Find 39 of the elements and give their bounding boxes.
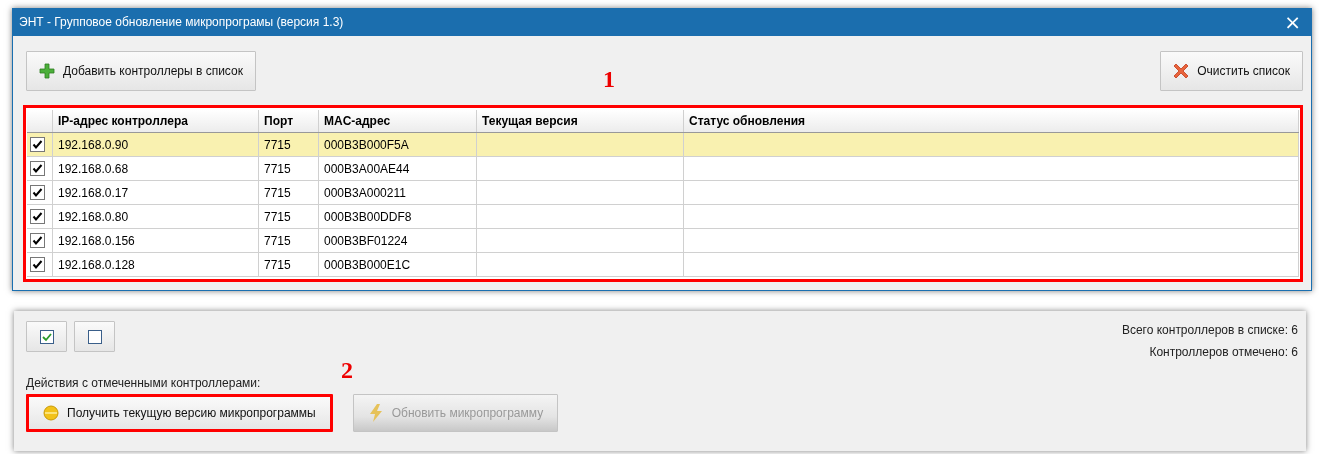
table-cell: 192.168.0.17 [53,181,259,204]
table-cell: 000B3A000211 [319,181,477,204]
column-header[interactable]: MAC-адрес [319,110,477,132]
add-controllers-button[interactable]: Добавить контроллеры в список [26,51,256,91]
checked-count-text: Контроллеров отмечено: 6 [1149,345,1298,359]
total-count-text: Всего контроллеров в списке: 6 [1121,323,1298,337]
clear-list-button[interactable]: Очистить список [1160,51,1303,91]
table-cell: 000B3B000E1C [319,253,477,276]
table-cell: 192.168.0.128 [53,253,259,276]
column-header[interactable]: IP-адрес контроллера [53,110,259,132]
table-cell: 000B3B000F5A [319,133,477,156]
table-cell: 7715 [259,157,319,180]
callout-number: 2 [341,358,353,382]
table-row[interactable]: 192.168.0.156 7715 000B3BF01224 [27,229,1299,253]
table-row[interactable]: 192.168.0.68 7715 000B3A00AE44 [27,157,1299,181]
table-cell: 192.168.0.156 [53,229,259,252]
close-button[interactable]: × [1280,12,1305,32]
table-cell: 7715 [259,133,319,156]
table-cell: 000B3B00DDF8 [319,205,477,228]
table-cell: 000B3BF01224 [319,229,477,252]
table-cell: 7715 [259,205,319,228]
table-cell: 192.168.0.80 [53,205,259,228]
window-title: ЭНТ - Групповое обновление микропрограмы (версия 1.3) [19,15,344,29]
table-row[interactable]: 192.168.0.17 7715 000B3A000211 [27,181,1299,205]
column-header[interactable]: Статус обновления [684,110,1299,132]
column-header[interactable]: Текущая версия [477,110,684,132]
get-version-button[interactable]: Получить текущую версию микропрограммы [26,394,333,432]
table-cell: 192.168.0.90 [53,133,259,156]
table-row[interactable]: 192.168.0.80 7715 000B3B00DDF8 [27,205,1299,229]
table-row[interactable]: 192.168.0.90 7715 000B3B000F5A [27,133,1299,157]
callout-number: 1 [603,67,615,91]
table-row[interactable]: 192.168.0.128 7715 000B3B000E1C [27,253,1299,277]
table-cell: 7715 [259,253,319,276]
actions-label: Действия с отмеченными контроллерами: [26,376,262,390]
table-cell: 000B3A00AE44 [319,157,477,180]
column-header[interactable]: Порт [259,110,319,132]
table-cell: 7715 [259,229,319,252]
table-cell: 192.168.0.68 [53,157,259,180]
table-cell: 7715 [259,181,319,204]
